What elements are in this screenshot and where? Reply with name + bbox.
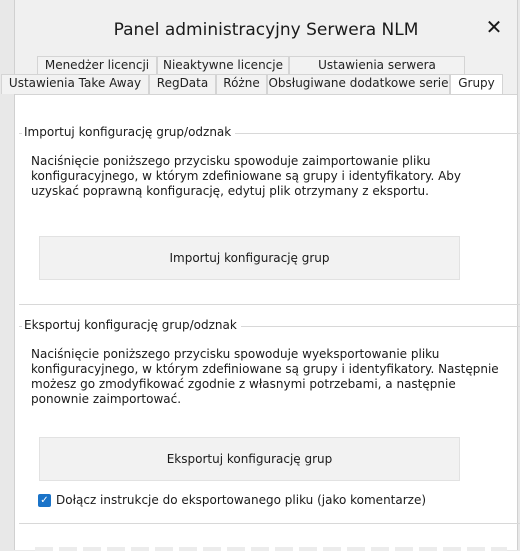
include-comments-label: Dołącz instrukcje do eksportowanego plik…: [56, 493, 427, 507]
include-comments-checkbox[interactable]: ✓: [38, 493, 51, 507]
tab-take-away-settings[interactable]: Ustawienia Take Away: [1, 74, 149, 94]
tab-regdata[interactable]: RegData: [149, 74, 216, 94]
export-group-box: Eksportuj konfigurację grup/odznak Naciś…: [19, 318, 520, 524]
tab-inactive-licenses[interactable]: Nieaktywne licencje: [157, 56, 289, 74]
truncated-content-fade: [35, 547, 507, 551]
tab-row-2: Ustawienia Take Away RegData Różne Obsłu…: [1, 74, 517, 94]
export-config-button[interactable]: Eksportuj konfigurację grup: [39, 437, 460, 481]
window-title: Panel administracyjny Serwera NLM: [113, 20, 419, 40]
tab-license-manager[interactable]: Menedżer licencji: [37, 56, 157, 74]
close-icon[interactable]: ✕: [481, 14, 507, 40]
include-comments-checkbox-row[interactable]: ✓ Dołącz instrukcje do eksportowanego pl…: [38, 493, 426, 507]
tab-misc[interactable]: Różne: [216, 74, 267, 94]
tab-row-1: Menedżer licencji Nieaktywne licencje Us…: [15, 56, 517, 74]
tab-supported-series[interactable]: Obsługiwane dodatkowe serie: [267, 74, 450, 94]
import-group-legend: Importuj konfigurację grup/odznak: [22, 125, 236, 139]
export-description: Naciśnięcie poniższego przycisku spowodu…: [31, 347, 499, 406]
tab-groups[interactable]: Grupy: [450, 74, 503, 94]
import-group-box: Importuj konfigurację grup/odznak Naciśn…: [19, 125, 520, 305]
export-group-legend: Eksportuj konfigurację grup/odznak: [22, 318, 241, 332]
tab-content-groups: Importuj konfigurację grup/odznak Naciśn…: [15, 94, 520, 551]
admin-panel-window: Panel administracyjny Serwera NLM ✕ Mene…: [1, 0, 520, 551]
import-config-button[interactable]: Importuj konfigurację grup: [39, 236, 460, 280]
tab-server-settings[interactable]: Ustawienia serwera: [289, 56, 465, 74]
import-description: Naciśnięcie poniższego przycisku spowodu…: [31, 154, 462, 198]
